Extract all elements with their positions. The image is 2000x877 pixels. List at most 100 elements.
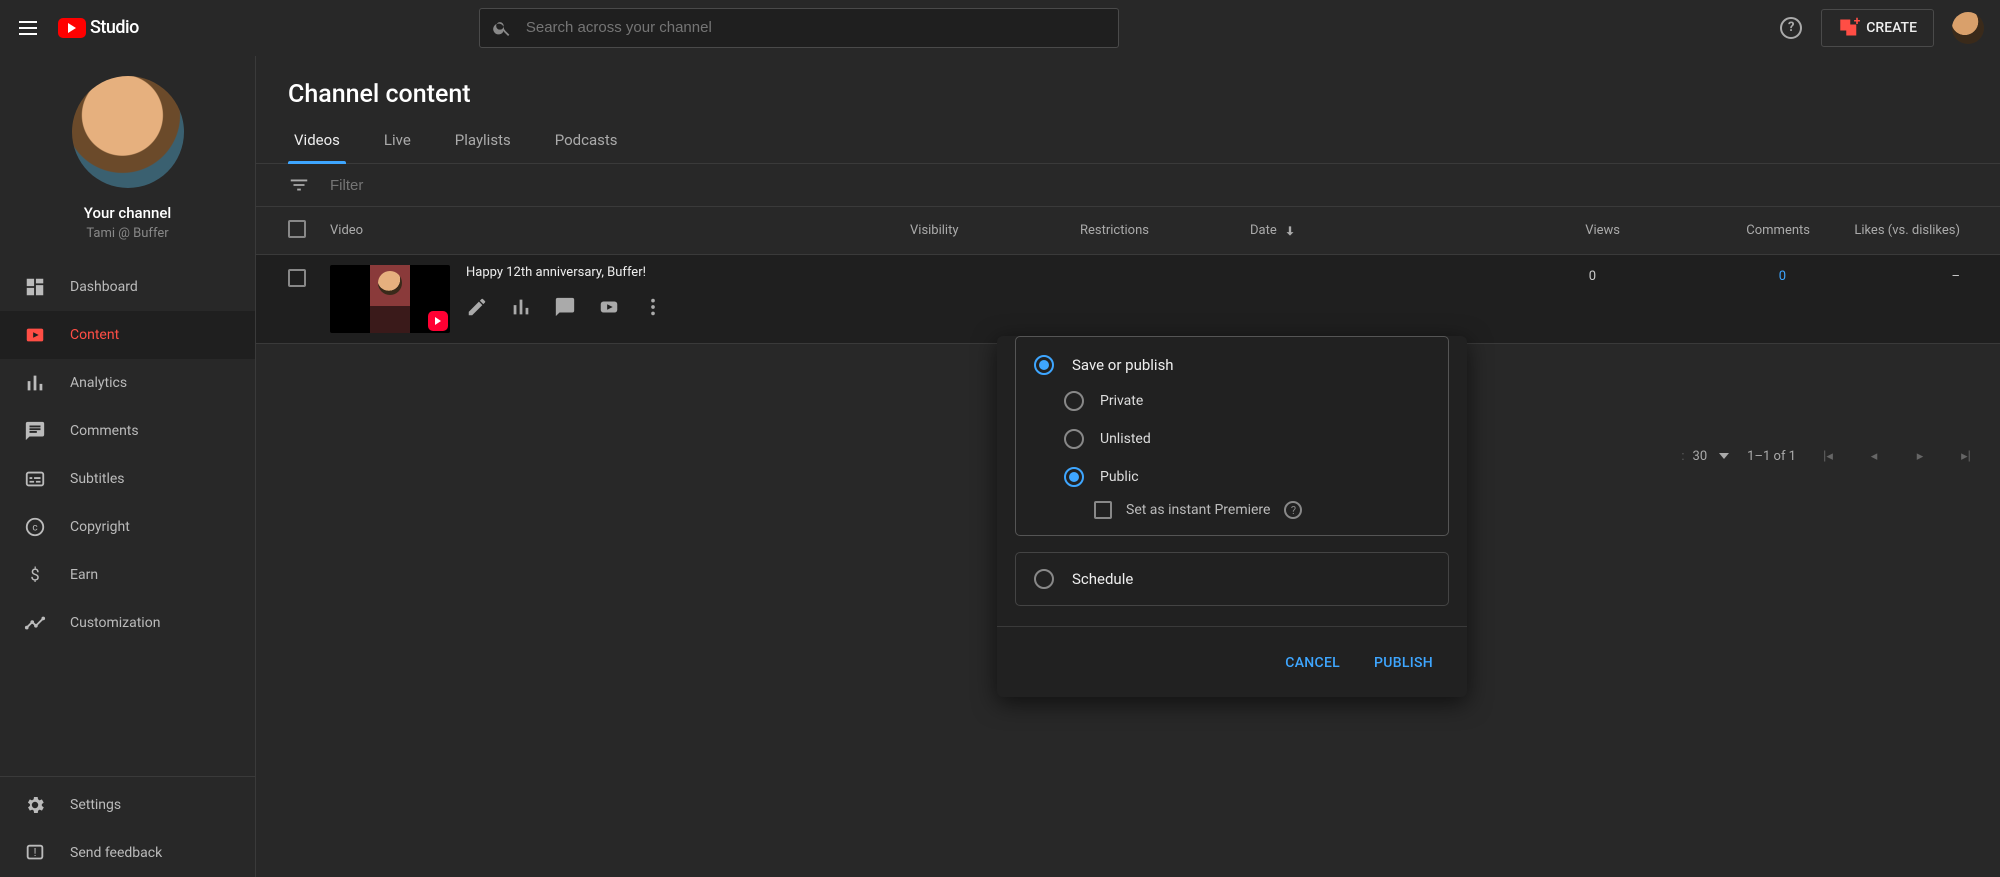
nav-customization[interactable]: Customization (0, 599, 255, 647)
private-label: Private (1100, 393, 1143, 409)
account-avatar[interactable] (1952, 12, 1984, 44)
logo[interactable]: Studio (58, 17, 139, 38)
filter-input[interactable] (330, 177, 1968, 194)
nav-comments[interactable]: Comments (0, 407, 255, 455)
youtube-icon (58, 18, 86, 38)
earn-icon: $ (24, 564, 46, 586)
nav-label: Comments (70, 423, 139, 439)
schedule-option[interactable]: Schedule (1034, 569, 1430, 589)
comments-button[interactable] (554, 296, 576, 318)
cell-likes: – (1786, 265, 1968, 284)
nav-label: Copyright (70, 519, 130, 535)
cancel-button[interactable]: CANCEL (1273, 647, 1352, 679)
premiere-checkbox[interactable] (1094, 501, 1112, 519)
nav-analytics[interactable]: Analytics (0, 359, 255, 407)
svg-text:$: $ (30, 567, 39, 586)
public-option[interactable]: Public (1064, 467, 1430, 487)
svg-text:!: ! (34, 846, 37, 859)
col-likes: Likes (vs. dislikes) (1810, 223, 1968, 238)
menu-button[interactable] (16, 16, 40, 40)
nav-label: Settings (70, 797, 121, 813)
help-icon: ? (1780, 17, 1802, 39)
unlisted-label: Unlisted (1100, 431, 1151, 447)
nav-label: Dashboard (70, 279, 138, 295)
col-restrictions: Restrictions (1080, 223, 1250, 238)
more-options-button[interactable] (642, 296, 664, 318)
col-date-label: Date (1250, 223, 1277, 238)
filter-icon[interactable] (288, 174, 310, 196)
sort-desc-icon (1283, 224, 1297, 238)
dropdown-icon[interactable] (1719, 453, 1729, 459)
create-icon (1838, 18, 1858, 38)
last-page-button[interactable]: ▸| (1952, 442, 1980, 470)
col-views: Views (1430, 223, 1620, 238)
nav-send-feedback[interactable]: ! Send feedback (0, 829, 255, 877)
nav-copyright[interactable]: c Copyright (0, 503, 255, 551)
feedback-icon: ! (24, 842, 46, 864)
visibility-popup: Save or publish Private Unlisted Public (997, 336, 1467, 697)
cell-comments-link[interactable]: 0 (1779, 269, 1786, 284)
create-label: CREATE (1866, 20, 1917, 36)
nav-label: Earn (70, 567, 98, 583)
comments-icon (24, 420, 46, 442)
search-bar[interactable] (479, 8, 1119, 48)
select-all-checkbox[interactable] (288, 220, 306, 238)
tab-live[interactable]: Live (378, 117, 417, 163)
page-title: Channel content (256, 56, 2000, 117)
col-comments: Comments (1620, 223, 1810, 238)
nav-earn[interactable]: $ Earn (0, 551, 255, 599)
edit-button[interactable] (466, 296, 488, 318)
watch-on-youtube-button[interactable] (598, 296, 620, 318)
settings-icon (24, 794, 46, 816)
save-or-publish-option[interactable]: Save or publish (1034, 355, 1430, 375)
col-visibility: Visibility (910, 223, 1080, 238)
pagination-range: 1–1 of 1 (1747, 449, 1796, 464)
customization-icon (24, 612, 46, 634)
tab-podcasts[interactable]: Podcasts (549, 117, 624, 163)
shorts-badge-icon (428, 311, 448, 331)
premiere-help-icon[interactable]: ? (1284, 501, 1302, 519)
premiere-label: Set as instant Premiere (1126, 502, 1270, 518)
nav-settings[interactable]: Settings (0, 781, 255, 829)
row-checkbox[interactable] (288, 269, 306, 287)
video-thumbnail[interactable] (330, 265, 450, 333)
col-video: Video (330, 223, 910, 238)
your-channel-label: Your channel (84, 204, 171, 222)
nav-dashboard[interactable]: Dashboard (0, 263, 255, 311)
channel-avatar[interactable] (72, 76, 184, 188)
video-title[interactable]: Happy 12th anniversary, Buffer! (466, 265, 886, 280)
unlisted-option[interactable]: Unlisted (1064, 429, 1430, 449)
subtitles-icon (24, 468, 46, 490)
cell-views: 0 (1406, 265, 1596, 284)
nav-label: Send feedback (70, 845, 162, 861)
tab-playlists[interactable]: Playlists (449, 117, 517, 163)
schedule-label: Schedule (1072, 570, 1133, 588)
video-row: Happy 12th anniversary, Buffer! 0 0 – (256, 255, 2000, 344)
tab-videos[interactable]: Videos (288, 117, 346, 163)
help-button[interactable]: ? (1771, 8, 1811, 48)
nav-label: Content (70, 327, 119, 343)
save-or-publish-label: Save or publish (1072, 356, 1174, 374)
svg-text:c: c (32, 523, 37, 534)
dashboard-icon (24, 276, 46, 298)
search-input[interactable] (526, 19, 1106, 36)
content-icon (24, 324, 46, 346)
nav-subtitles[interactable]: Subtitles (0, 455, 255, 503)
nav-content[interactable]: Content (0, 311, 255, 359)
search-icon (492, 18, 512, 38)
copyright-icon: c (24, 516, 46, 538)
next-page-button[interactable]: ▸ (1906, 442, 1934, 470)
analytics-icon (24, 372, 46, 394)
analytics-button[interactable] (510, 296, 532, 318)
private-option[interactable]: Private (1064, 391, 1430, 411)
col-date[interactable]: Date (1250, 223, 1430, 238)
nav-label: Customization (70, 615, 160, 631)
nav-label: Subtitles (70, 471, 125, 487)
first-page-button[interactable]: |◂ (1814, 442, 1842, 470)
prev-page-button[interactable]: ◂ (1860, 442, 1888, 470)
logo-text: Studio (90, 17, 139, 38)
publish-button[interactable]: PUBLISH (1362, 647, 1445, 679)
create-button[interactable]: CREATE (1821, 9, 1934, 47)
rows-per-page-value[interactable]: 30 (1693, 449, 1708, 464)
public-label: Public (1100, 469, 1139, 485)
